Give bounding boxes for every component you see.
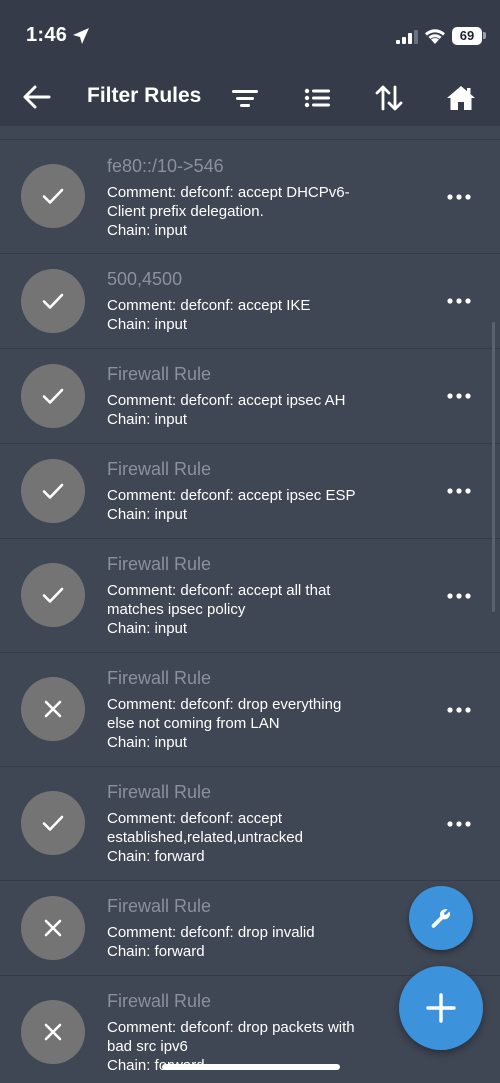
enabled-status[interactable] — [21, 269, 85, 333]
back-arrow-icon[interactable] — [22, 84, 52, 110]
rule-chain: Chain: forward — [107, 943, 205, 960]
rule-chain: Chain: input — [107, 411, 188, 428]
list-item-partial[interactable] — [0, 126, 500, 140]
comment-line: Comment: defconf: accept IKE — [107, 297, 311, 314]
list-item[interactable]: Firewall Rule Comment: defconf: accept i… — [0, 444, 500, 539]
rule-chain: Chain: input — [107, 222, 188, 239]
status-time: 1:46 — [26, 24, 68, 46]
rule-comment: Comment: defconf: accept IKE Chain: inpu… — [107, 296, 407, 334]
rule-comment: Comment: defconf: accept established,rel… — [107, 809, 407, 866]
list-item[interactable]: fe80::/10->546 Comment: defconf: accept … — [0, 140, 500, 254]
x-icon — [44, 700, 62, 718]
disabled-status[interactable] — [21, 1000, 85, 1064]
status-bar: 1:46 69 — [0, 0, 500, 72]
list-item[interactable]: Firewall Rule Comment: defconf: accept e… — [0, 767, 500, 881]
rule-chain: Chain: input — [107, 316, 188, 333]
more-options-icon[interactable] — [446, 819, 472, 829]
wifi-icon — [425, 29, 445, 44]
enabled-status[interactable] — [21, 563, 85, 627]
battery-level: 69 — [459, 28, 475, 43]
battery-icon: 69 — [452, 27, 482, 45]
comment-line: Comment: defconf: accept — [107, 810, 283, 827]
rule-title: Firewall Rule — [107, 668, 212, 688]
battery-nub — [483, 32, 486, 39]
rule-title: Firewall Rule — [107, 459, 212, 479]
comment-line: Comment: defconf: drop invalid — [107, 924, 315, 941]
enabled-status[interactable] — [21, 364, 85, 428]
rule-comment: Comment: defconf: accept ipsec AH Chain:… — [107, 391, 407, 429]
tools-button[interactable] — [409, 886, 473, 950]
check-icon — [42, 587, 64, 603]
x-icon — [44, 1023, 62, 1041]
plus-icon — [426, 993, 456, 1023]
comment-line: Client prefix delegation. — [107, 203, 264, 220]
page-title: Filter Rules — [87, 84, 202, 107]
scrollbar[interactable] — [492, 322, 495, 612]
rule-title: Firewall Rule — [107, 991, 212, 1011]
check-icon — [42, 815, 64, 831]
more-options-icon[interactable] — [446, 391, 472, 401]
more-options-icon[interactable] — [446, 705, 472, 715]
rule-title: fe80::/10->546 — [107, 156, 224, 176]
wrench-icon — [431, 909, 451, 928]
comment-line: Comment: defconf: accept ipsec AH — [107, 392, 346, 409]
comment-line: matches ipsec policy — [107, 601, 246, 618]
sort-icon[interactable] — [374, 84, 404, 112]
rule-comment: Comment: defconf: accept ipsec ESP Chain… — [107, 486, 407, 524]
cellular-signal-icon — [396, 30, 418, 44]
disabled-status[interactable] — [21, 677, 85, 741]
comment-line: else not coming from LAN — [107, 715, 280, 732]
rule-chain: Chain: input — [107, 734, 188, 751]
check-icon — [42, 293, 64, 309]
more-options-icon[interactable] — [446, 192, 472, 202]
rule-title: Firewall Rule — [107, 364, 212, 384]
list-item[interactable]: Firewall Rule Comment: defconf: accept i… — [0, 349, 500, 444]
rule-comment: Comment: defconf: drop invalid Chain: fo… — [107, 923, 407, 961]
home-icon[interactable] — [446, 84, 476, 112]
list-icon[interactable] — [303, 84, 333, 112]
rule-title: Firewall Rule — [107, 782, 212, 802]
comment-line: bad src ipv6 — [107, 1038, 188, 1055]
x-icon — [44, 919, 62, 937]
list-item[interactable]: Firewall Rule Comment: defconf: accept a… — [0, 539, 500, 653]
filter-icon[interactable] — [230, 84, 260, 112]
rule-chain: Chain: input — [107, 620, 188, 637]
rule-comment: Comment: defconf: accept DHCPv6- Client … — [107, 183, 407, 240]
location-arrow-icon — [73, 28, 89, 44]
enabled-status[interactable] — [21, 164, 85, 228]
check-icon — [42, 188, 64, 204]
comment-line: Comment: defconf: accept ipsec ESP — [107, 487, 356, 504]
add-rule-button[interactable] — [399, 966, 483, 1050]
more-options-icon[interactable] — [446, 486, 472, 496]
check-icon — [42, 483, 64, 499]
comment-line: Comment: defconf: accept DHCPv6- — [107, 184, 350, 201]
list-item[interactable]: Firewall Rule Comment: defconf: drop eve… — [0, 653, 500, 767]
more-options-icon[interactable] — [446, 296, 472, 306]
rule-chain: Chain: forward — [107, 848, 205, 865]
comment-line: Comment: defconf: drop packets with — [107, 1019, 355, 1036]
rule-title: Firewall Rule — [107, 896, 212, 916]
rule-title: Firewall Rule — [107, 554, 212, 574]
enabled-status[interactable] — [21, 459, 85, 523]
rule-title: 500,4500 — [107, 269, 183, 289]
rule-comment: Comment: defconf: drop everything else n… — [107, 695, 407, 752]
list-item[interactable]: 500,4500 Comment: defconf: accept IKE Ch… — [0, 254, 500, 349]
rule-chain: Chain: input — [107, 506, 188, 523]
check-icon — [42, 388, 64, 404]
disabled-status[interactable] — [21, 896, 85, 960]
comment-line: Comment: defconf: drop everything — [107, 696, 342, 713]
home-indicator — [162, 1064, 340, 1070]
more-options-icon[interactable] — [446, 591, 472, 601]
comment-line: Comment: defconf: accept all that — [107, 582, 331, 599]
comment-line: established,related,untracked — [107, 829, 303, 846]
enabled-status[interactable] — [21, 791, 85, 855]
rule-comment: Comment: defconf: accept all that matche… — [107, 581, 407, 638]
